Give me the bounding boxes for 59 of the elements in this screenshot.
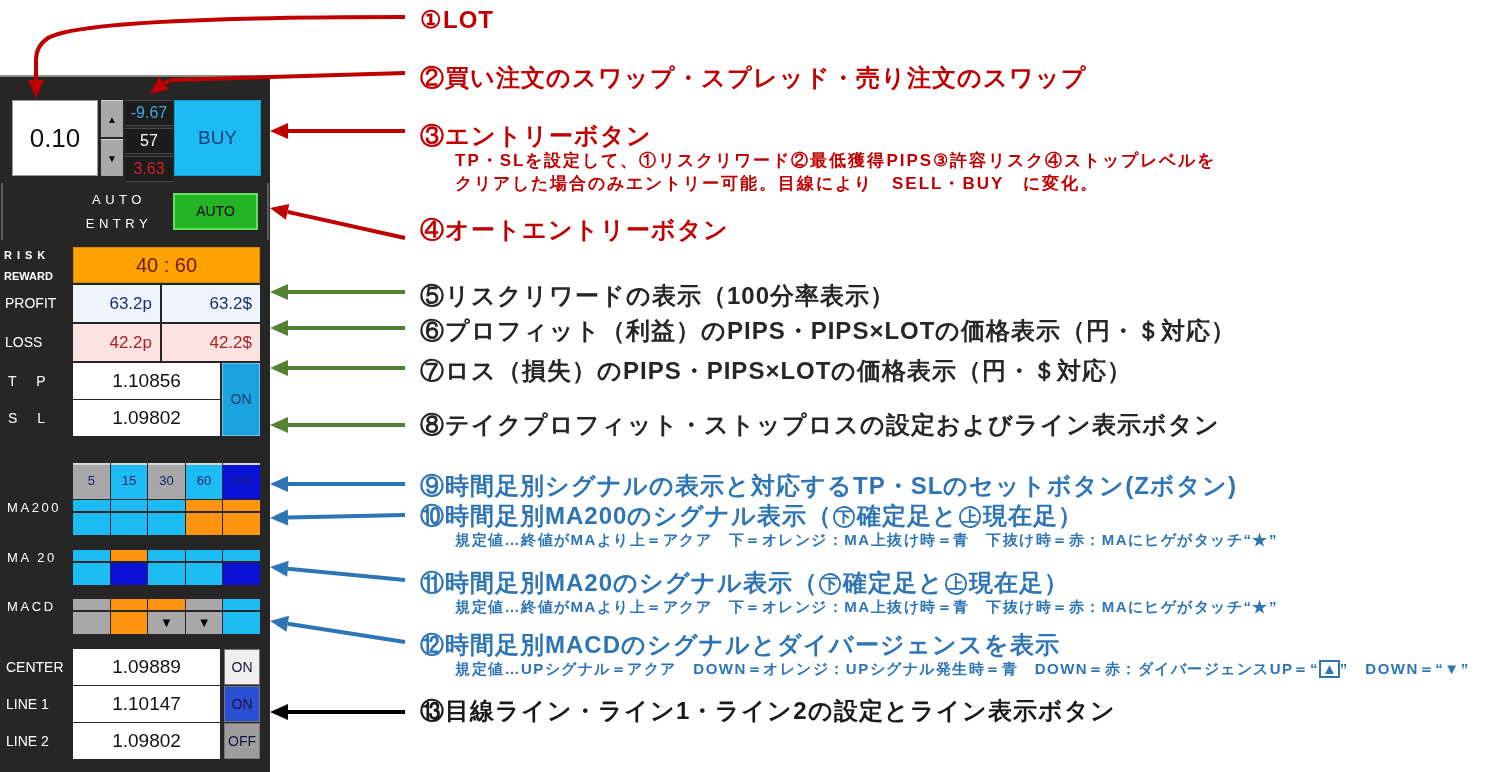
lot-field[interactable]: 0.10	[12, 100, 98, 176]
annotation-note: 規定値…終値がMAより上＝アクア 下＝オレンジ：MA上抜け時＝青 下抜け時＝赤：MAにヒゲがタッチ“★”	[455, 530, 1279, 550]
line-label: LINE 1	[5, 694, 50, 714]
annotation-note: 規定値…終値がMAより上＝アクア 下＝オレンジ：MA上抜け時＝青 下抜け時＝赤：MAにヒゲがタッチ“★”	[455, 597, 1279, 617]
signal-row-label: MACD	[6, 599, 57, 616]
annotation-label: ②買い注文のスワップ・スプレッド・売り注文のスワップ	[420, 65, 1088, 91]
loss-label: LOSS	[4, 333, 44, 352]
annotation-label: ⑬目線ライン・ライン1・ライン2の設定とライン表示ボタン	[420, 698, 1117, 724]
timeframe-button[interactable]: 15	[110, 463, 148, 499]
quote-readout: -9.67	[125, 100, 173, 126]
risk-label: RISK	[4, 248, 52, 262]
annotation-label: ⑦ロス（損失）のPIPS・PIPS×LOTの価格表示（円・＄対応）	[420, 358, 1134, 384]
annotation-label: ⑥プロフィット（利益）のPIPS・PIPS×LOTの価格表示（円・＄対応）	[420, 318, 1238, 344]
signal-row-label: MA200	[6, 500, 63, 517]
buy-button[interactable]: BUY	[174, 100, 261, 176]
annotation-label: ④オートエントリーボタン	[420, 217, 730, 243]
reward-label: REWARD	[4, 269, 54, 283]
line-toggle[interactable]: ON	[224, 649, 260, 685]
lot-down-button[interactable]: ▼	[101, 139, 123, 176]
line-price-field[interactable]: 1.10147	[73, 686, 220, 722]
timeframe-button[interactable]: 30	[148, 463, 185, 499]
annotation-label: ⑤リスクリワードの表示（100分率表示）	[420, 283, 897, 309]
stop-loss-field[interactable]: 1.09802	[73, 400, 220, 436]
annotation-note: クリアした場合のみエントリー可能。目線により SELL・BUY に変化。	[455, 173, 1101, 195]
timeframe-button[interactable]: 60	[185, 463, 223, 499]
annotation-label: ⑩時間足別MA200のシグナル表示（㊦確定足と㊤現在足）	[420, 503, 1085, 529]
line-label: LINE 2	[5, 731, 50, 751]
signal-row-label: MA 20	[6, 550, 58, 567]
stop-loss-label: S L	[7, 408, 46, 428]
risk-reward-ratio: 40 : 60	[73, 247, 260, 283]
line-label: CENTER	[5, 657, 65, 677]
auto-entry-caption: AUTO	[91, 190, 147, 209]
signal-tile: ▼	[185, 612, 223, 634]
line-toggle[interactable]: OFF	[224, 723, 260, 759]
profit-pips-cell: 63.2p	[73, 285, 160, 322]
annotation-note: 規定値…UPシグナル＝アクア DOWN＝オレンジ：UPシグナル発生時＝青 DOWN＝赤：ダイバージェンスUP＝“ ▲ ” DOWN＝“▼”	[455, 659, 1470, 679]
annotation-label: ⑪時間足別MA20のシグナル表示（㊦確定足と㊤現在足）	[420, 570, 1071, 596]
annotation-note: TP・SLを設定して、①リスクリワード②最低獲得PIPS③許容リスク④ストップレベルを	[455, 150, 1218, 172]
annotation-label: ①LOT	[420, 7, 495, 33]
line-price-field[interactable]: 1.09802	[73, 723, 220, 759]
loss-amount-cell: 42.2$	[162, 324, 260, 361]
lot-up-button[interactable]: ▲	[101, 100, 123, 137]
annotation-label: ③エントリーボタン	[420, 123, 653, 149]
tp-sl-line-toggle[interactable]: ON	[222, 363, 260, 436]
auto-entry-button[interactable]: AUTO	[173, 193, 258, 230]
timeframe-button[interactable]: 5	[73, 463, 110, 499]
auto-entry-caption: ENTRY	[85, 214, 153, 233]
quote-readout: 3.63	[125, 156, 173, 182]
take-profit-field[interactable]: 1.10856	[73, 363, 220, 399]
profit-amount-cell: 63.2$	[162, 285, 260, 322]
quote-readout: 57	[125, 128, 173, 154]
profit-label: PROFIT	[4, 294, 58, 313]
loss-pips-cell: 42.2p	[73, 324, 160, 361]
line-price-field[interactable]: 1.09889	[73, 649, 220, 685]
annotation-label: ⑨時間足別シグナルの表示と対応するTP・SLのセットボタン(Zボタン)	[420, 473, 1238, 499]
annotation-label: ⑧テイクプロフィット・ストップロスの設定およびライン表示ボタン	[420, 412, 1221, 438]
take-profit-label: T P	[7, 371, 47, 391]
annotation-label: ⑫時間足別MACDのシグナルとダイバージェンスを表示	[420, 632, 1061, 658]
signal-tile: ▼	[148, 612, 185, 634]
